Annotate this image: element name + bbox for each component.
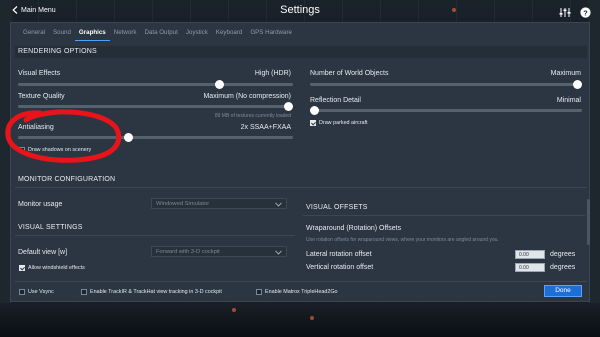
draw-shadows-checkbox[interactable] [19, 147, 25, 153]
world-objects-value: Maximum [550, 70, 581, 77]
sliders-icon[interactable] [559, 5, 571, 17]
vertical-offset-label: Vertical rotation offset [306, 264, 374, 271]
antialiasing-label: Antialiasing [18, 124, 54, 131]
use-vsync-checkbox[interactable] [19, 289, 25, 295]
slider-knob[interactable] [310, 106, 319, 115]
tab-data-output[interactable]: Data Output [140, 28, 181, 41]
wraparound-offsets-title: Wraparound (Rotation) Offsets [306, 225, 402, 232]
background-panel-bottom [0, 303, 600, 337]
tab-graphics[interactable]: Graphics [74, 28, 110, 41]
world-objects-slider[interactable] [310, 83, 582, 86]
offsets-scrollbar[interactable] [587, 199, 590, 245]
settings-tabs: General Sound Graphics Network Data Outp… [19, 28, 296, 41]
slider-knob[interactable] [573, 80, 582, 89]
matrox-label: Enable Matrox TripleHead2Go [265, 289, 338, 295]
reflection-detail-slider[interactable] [310, 109, 582, 112]
svg-text:?: ? [583, 8, 588, 17]
trackir-label: Enable TrackIR & TrackHat view tracking … [90, 289, 222, 295]
windshield-effects-checkbox[interactable] [19, 265, 25, 271]
visual-offsets-title: VISUAL OFFSETS [306, 204, 368, 211]
slider-knob[interactable] [284, 102, 293, 111]
tab-sound[interactable]: Sound [49, 28, 75, 41]
tab-joystick[interactable]: Joystick [182, 28, 212, 41]
lateral-offset-unit: degrees [550, 251, 576, 258]
tab-general[interactable]: General [19, 28, 49, 41]
visual-effects-slider[interactable] [18, 83, 293, 86]
section-divider [303, 215, 585, 216]
matrox-checkbox[interactable] [256, 289, 262, 295]
default-view-select[interactable]: Forward with 3-D cockpit [151, 246, 287, 257]
use-vsync-label: Use Vsync [28, 289, 54, 295]
antialiasing-value: 2x SSAA+FXAA [240, 124, 291, 131]
tab-network[interactable]: Network [110, 28, 141, 41]
texture-memory-note: 89 MB of textures currently loaded [214, 113, 291, 119]
draw-shadows-label: Draw shadows on scenery [28, 147, 92, 153]
done-button[interactable]: Done [544, 285, 582, 297]
wraparound-offsets-description: Use rotation offsets for wraparound view… [306, 237, 499, 243]
top-bar: Main Menu Settings ? [0, 0, 600, 22]
rendering-options-header-bar [15, 46, 587, 58]
help-icon[interactable]: ? [580, 5, 592, 18]
lateral-offset-label: Lateral rotation offset [306, 251, 372, 258]
default-view-label: Default view [w] [18, 249, 68, 256]
visual-effects-value: High (HDR) [254, 70, 291, 77]
tab-keyboard[interactable]: Keyboard [212, 28, 247, 41]
trackir-checkbox[interactable] [81, 289, 87, 295]
monitor-configuration-title: MONITOR CONFIGURATION [18, 176, 116, 183]
slider-knob[interactable] [124, 133, 134, 142]
slider-knob[interactable] [214, 80, 224, 89]
draw-parked-aircraft-label: Draw parked aircraft [319, 120, 368, 126]
rendering-options-title: RENDERING OPTIONS [18, 48, 97, 55]
monitor-usage-value: Windowed Simulator [156, 201, 210, 207]
monitor-usage-select[interactable]: Windowed Simulator [151, 198, 287, 209]
chevron-down-icon [275, 202, 282, 207]
vertical-offset-input[interactable]: 0.00 [515, 263, 545, 272]
background-light [232, 308, 236, 312]
section-divider [15, 235, 295, 236]
reflection-detail-label: Reflection Detail [310, 97, 361, 104]
default-view-value: Forward with 3-D cockpit [156, 249, 220, 255]
tab-gps-hardware[interactable]: GPS Hardware [246, 28, 296, 41]
visual-settings-title: VISUAL SETTINGS [18, 224, 83, 231]
background-light [310, 316, 314, 320]
section-divider [15, 187, 587, 188]
page-title: Settings [280, 4, 320, 16]
texture-quality-label: Texture Quality [18, 93, 65, 100]
antialiasing-slider[interactable] [18, 136, 293, 139]
lateral-offset-input[interactable]: 0.00 [515, 250, 545, 259]
texture-quality-value: Maximum (No compression) [203, 93, 291, 100]
reflection-detail-value: Minimal [556, 97, 581, 104]
windshield-effects-label: Allow windshield effects [28, 265, 85, 271]
world-objects-label: Number of World Objects [310, 70, 389, 77]
monitor-usage-label: Monitor usage [18, 201, 63, 208]
chevron-down-icon [275, 250, 282, 255]
footer-divider [15, 281, 587, 282]
draw-parked-aircraft-checkbox[interactable] [310, 120, 316, 126]
texture-quality-slider[interactable] [18, 105, 293, 108]
vertical-offset-unit: degrees [550, 264, 576, 271]
settings-panel: General Sound Graphics Network Data Outp… [10, 22, 590, 302]
visual-effects-label: Visual Effects [18, 70, 61, 77]
